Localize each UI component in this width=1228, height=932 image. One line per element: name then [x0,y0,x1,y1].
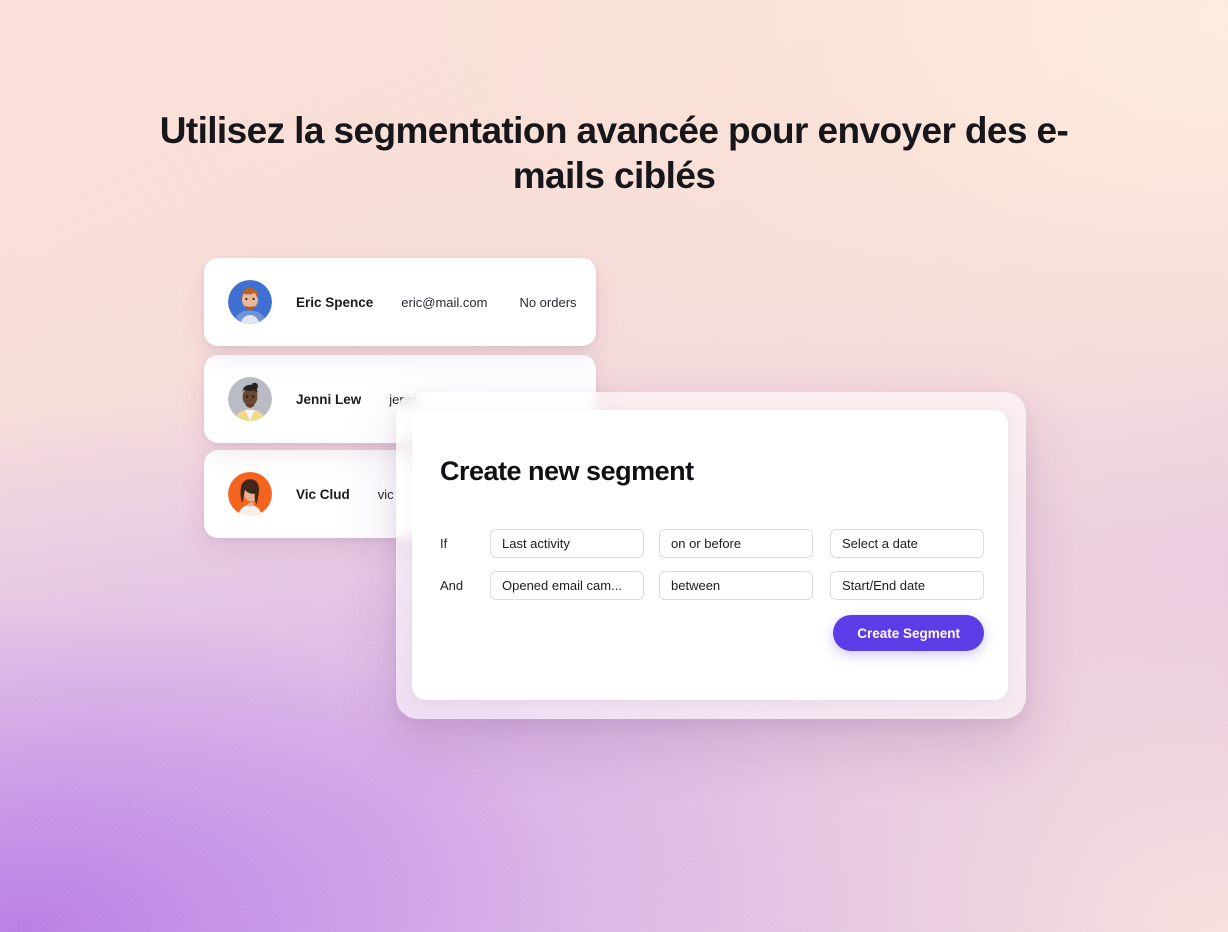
condition-select-if[interactable]: Last activity [490,529,644,558]
row-label-if: If [440,536,448,551]
contact-email: vic [377,486,394,502]
contact-name: Jenni Lew [296,391,362,407]
create-segment-button[interactable]: Create Segment [833,615,984,651]
create-segment-modal: Create new segment If Last activity on o… [396,392,1026,719]
modal-title: Create new segment [440,456,694,486]
contact-order-status: No orders [519,294,577,310]
operator-select-if[interactable]: on or before [659,529,813,558]
avatar-eric-spence [228,280,272,324]
segment-conditions-form: If Last activity on or before Select a d… [440,529,984,613]
contact-name: Eric Spence [296,294,374,310]
modal-actions: Create Segment [833,615,984,651]
page-title: Utilisez la segmentation avancée pour en… [159,110,1069,196]
contact-email: eric@mail.com [401,294,488,310]
avatar-jenni-lew [228,377,272,421]
date-input-if[interactable]: Select a date [830,529,984,558]
contact-name: Vic Clud [296,486,350,502]
contact-card[interactable]: Eric Spence eric@mail.com No orders [204,258,596,346]
condition-row-if: If Last activity on or before Select a d… [440,529,984,558]
condition-select-and[interactable]: Opened email cam... [490,571,644,600]
page-stage: Utilisez la segmentation avancée pour en… [0,0,1228,932]
modal-inner-panel: Create new segment If Last activity on o… [412,410,1008,700]
condition-row-and: And Opened email cam... between Start/En… [440,571,984,600]
row-label-and: And [440,578,464,593]
date-input-and[interactable]: Start/End date [830,571,984,600]
operator-select-and[interactable]: between [659,571,813,600]
avatar-vic-clud [228,472,272,516]
